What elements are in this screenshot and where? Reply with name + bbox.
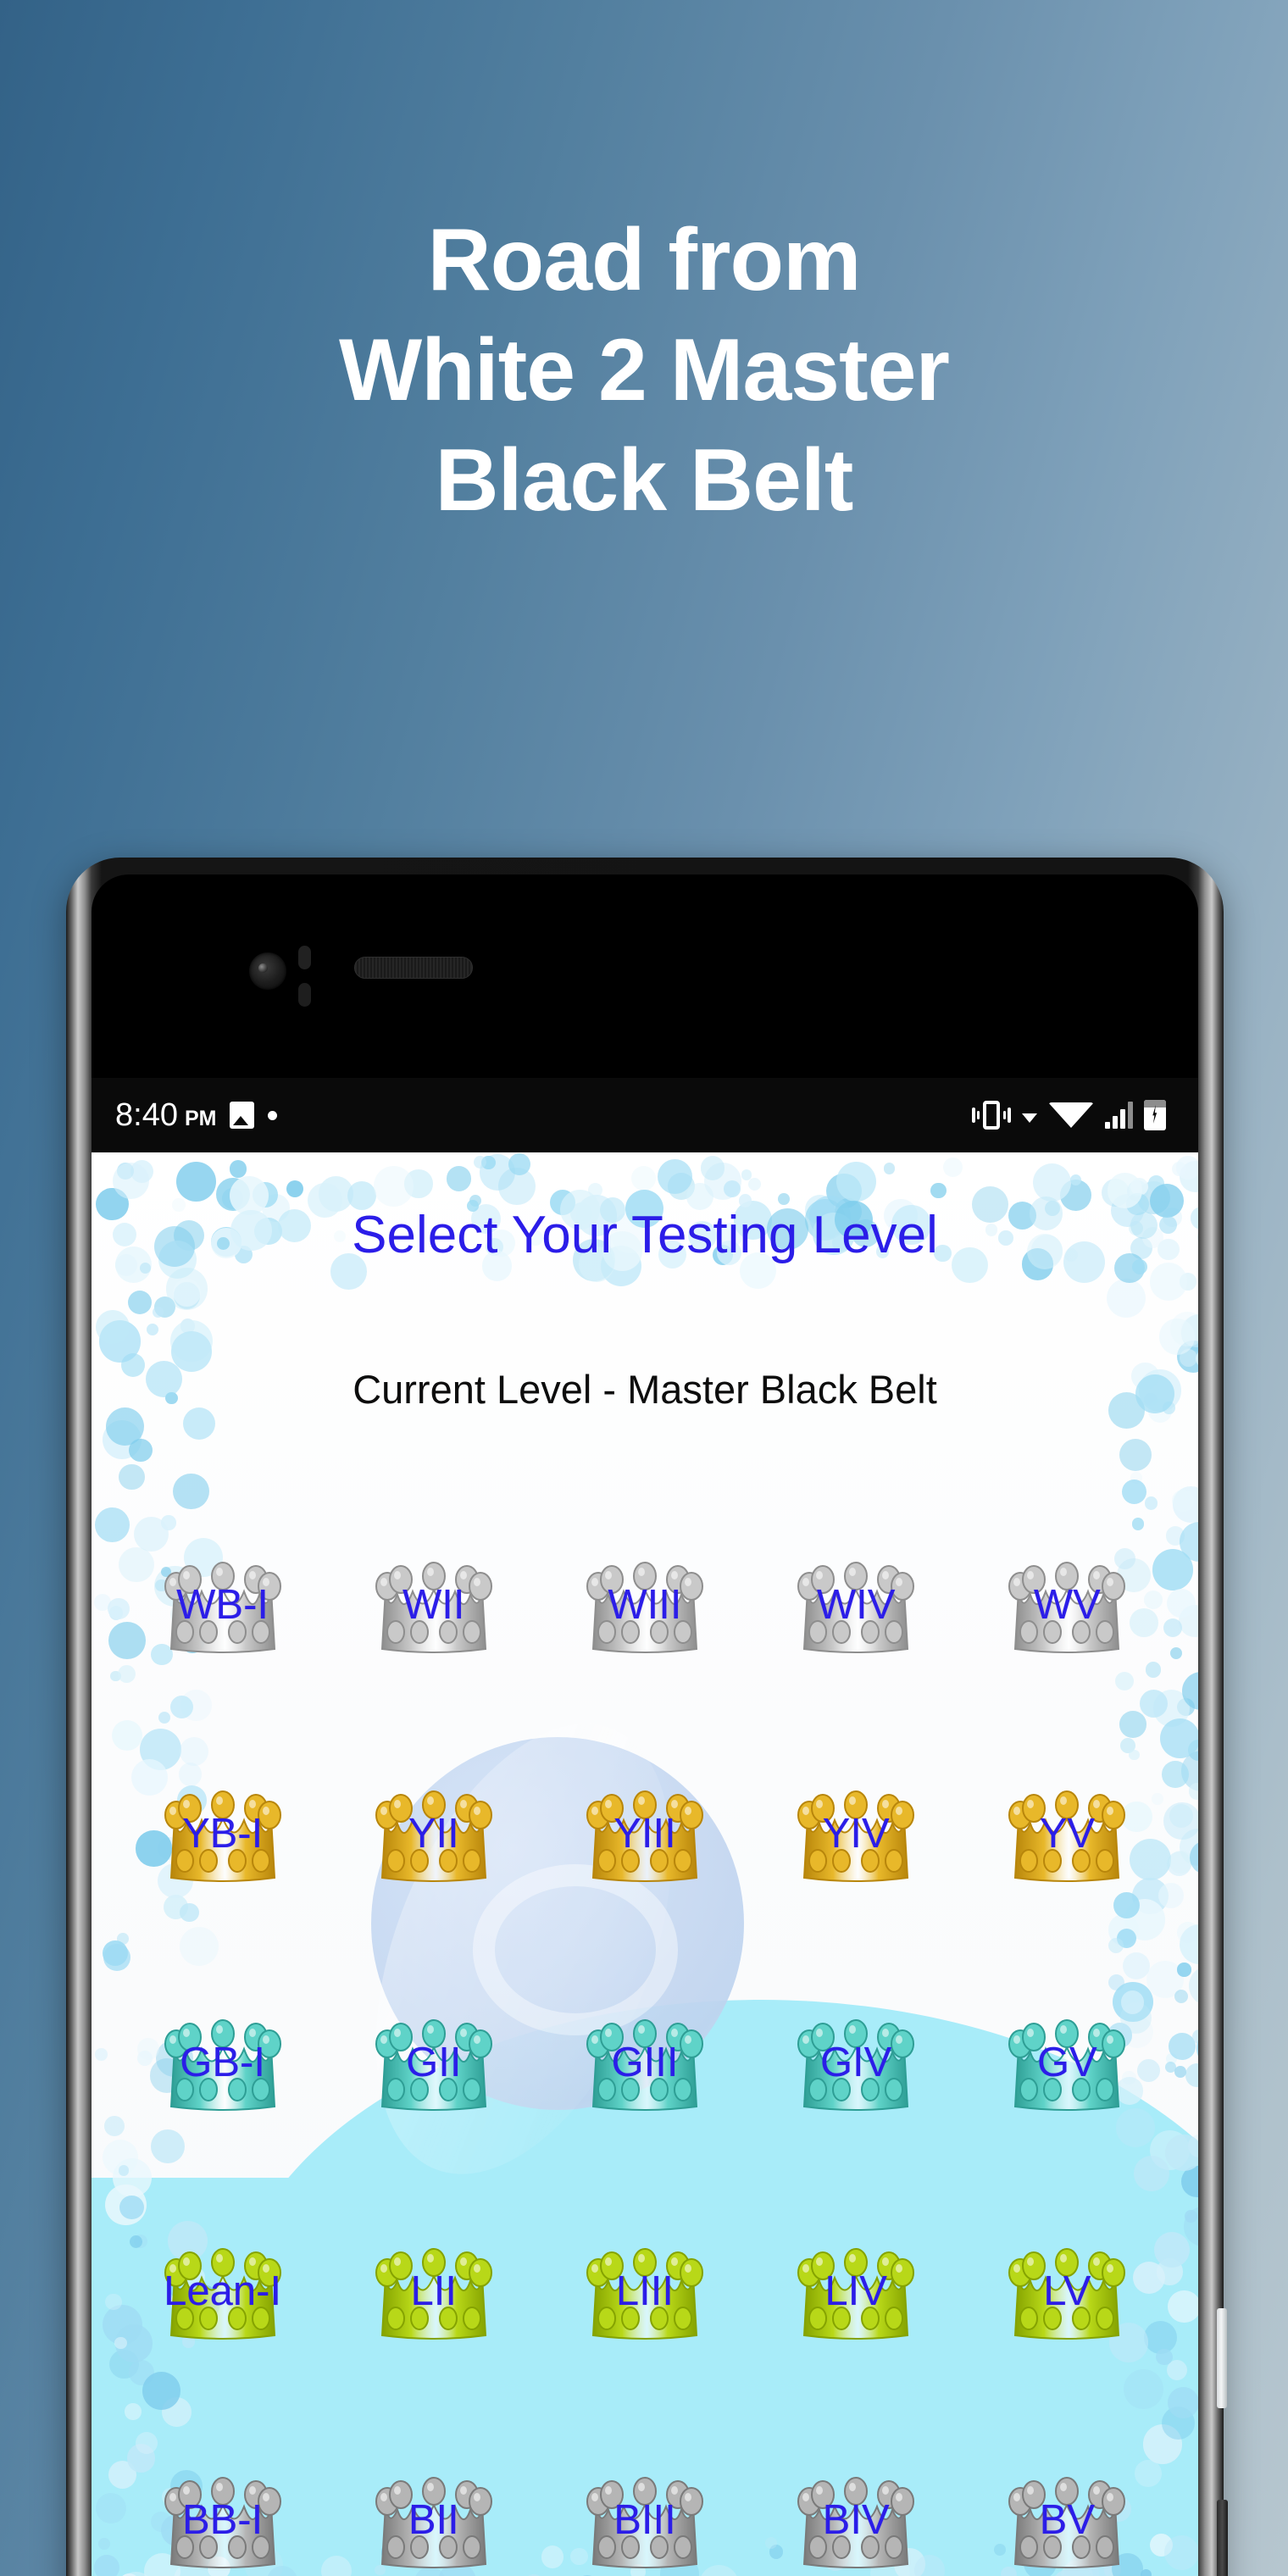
level-label: YB-I bbox=[181, 1810, 264, 1857]
level-label: GIV bbox=[819, 2039, 892, 2085]
level-button-yiv[interactable]: YIV bbox=[777, 1764, 935, 1891]
photo-icon bbox=[230, 1102, 255, 1129]
level-button-biv[interactable]: BIV bbox=[777, 2451, 935, 2576]
level-button-lv[interactable]: LV bbox=[988, 2222, 1146, 2349]
current-level-text: Current Level - Master Black Belt bbox=[353, 1367, 937, 1412]
level-button-lii[interactable]: LII bbox=[355, 2222, 513, 2349]
level-label: LIV bbox=[824, 2268, 887, 2314]
level-row-5: BB-I BII BIII BIV BV bbox=[92, 2451, 1198, 2576]
wifi-icon bbox=[1048, 1102, 1094, 1128]
level-label: BII bbox=[408, 2496, 459, 2543]
vibrate-icon bbox=[972, 1101, 1011, 1130]
level-button-bii[interactable]: BII bbox=[355, 2451, 513, 2576]
level-button-biii[interactable]: BIII bbox=[566, 2451, 724, 2576]
promo-page: Road from White 2 Master Black Belt 8:40… bbox=[0, 0, 1288, 2576]
signal-icon bbox=[1105, 1102, 1133, 1129]
level-label: LV bbox=[1043, 2268, 1091, 2314]
level-label: Lean-I bbox=[164, 2268, 282, 2314]
hero-line-1: Road from bbox=[427, 211, 862, 309]
level-label: BV bbox=[1039, 2496, 1096, 2543]
level-label: WB-I bbox=[176, 1581, 269, 1628]
level-button-wb-i[interactable]: WB-I bbox=[144, 1535, 302, 1663]
status-time: 8:40 bbox=[115, 1096, 178, 1133]
level-button-liv[interactable]: LIV bbox=[777, 2222, 935, 2349]
light-sensor-icon bbox=[298, 983, 311, 1007]
hero-line-3: Black Belt bbox=[435, 431, 854, 530]
level-label: YII bbox=[408, 1810, 459, 1857]
status-bar-right bbox=[972, 1100, 1166, 1130]
dot-icon bbox=[268, 1110, 278, 1120]
level-label: WIII bbox=[608, 1581, 682, 1628]
level-button-yiii[interactable]: YIII bbox=[566, 1764, 724, 1891]
level-label: YIV bbox=[822, 1810, 890, 1857]
level-button-wiii[interactable]: WIII bbox=[566, 1535, 724, 1663]
status-bar-left: 8:40 PM bbox=[115, 1096, 278, 1134]
level-button-gb-i[interactable]: GB-I bbox=[144, 1993, 302, 2120]
hero-title: Road from White 2 Master Black Belt bbox=[0, 216, 1288, 547]
level-label: GII bbox=[406, 2039, 462, 2085]
level-label: GV bbox=[1036, 2039, 1097, 2085]
level-label: YV bbox=[1039, 1810, 1096, 1857]
battery-charging-icon bbox=[1144, 1100, 1166, 1130]
level-label: LIII bbox=[615, 2268, 675, 2314]
proximity-sensor-icon bbox=[298, 946, 311, 969]
level-label: BB-I bbox=[181, 2496, 264, 2543]
level-button-giv[interactable]: GIV bbox=[777, 1993, 935, 2120]
level-label: GB-I bbox=[180, 2039, 265, 2085]
level-button-yii[interactable]: YII bbox=[355, 1764, 513, 1891]
level-grid: WB-I WII WIII WIV WV YB-I YII YIII YIV YV GB-I GII G… bbox=[92, 1535, 1198, 2576]
level-row-2: YB-I YII YIII YIV YV bbox=[92, 1764, 1198, 1993]
app-screen: Select Your Testing Level Current Level … bbox=[92, 1152, 1198, 2576]
level-button-liii[interactable]: LIII bbox=[566, 2222, 724, 2349]
level-button-yv[interactable]: YV bbox=[988, 1764, 1146, 1891]
level-label: BIV bbox=[822, 2496, 890, 2543]
app-content: Select Your Testing Level Current Level … bbox=[92, 1152, 1198, 2576]
level-label: BIII bbox=[613, 2496, 676, 2543]
status-bar: 8:40 PM bbox=[92, 1078, 1198, 1152]
level-button-gii[interactable]: GII bbox=[355, 1993, 513, 2120]
level-label: LII bbox=[410, 2268, 458, 2314]
level-button-wv[interactable]: WV bbox=[988, 1535, 1146, 1663]
phone-mockup: 8:40 PM Select Your Testing Level Curren… bbox=[66, 858, 1228, 2576]
volume-button[interactable] bbox=[1217, 2500, 1228, 2576]
level-button-yb-i[interactable]: YB-I bbox=[144, 1764, 302, 1891]
level-row-3: GB-I GII GIII GIV GV bbox=[92, 1993, 1198, 2222]
power-button[interactable] bbox=[1217, 2308, 1227, 2408]
level-label: YIII bbox=[613, 1810, 676, 1857]
level-button-wii[interactable]: WII bbox=[355, 1535, 513, 1663]
level-button-wiv[interactable]: WIV bbox=[777, 1535, 935, 1663]
level-label: WIV bbox=[816, 1581, 896, 1628]
level-label: WV bbox=[1033, 1581, 1101, 1628]
level-button-bb-i[interactable]: BB-I bbox=[144, 2451, 302, 2576]
level-button-gv[interactable]: GV bbox=[988, 1993, 1146, 2120]
level-button-giii[interactable]: GIII bbox=[566, 1993, 724, 2120]
status-ampm: PM bbox=[184, 1106, 217, 1130]
level-row-4: Lean-I LII LIII LIV LV bbox=[92, 2222, 1198, 2451]
front-camera-icon bbox=[249, 952, 286, 990]
page-title: Select Your Testing Level bbox=[352, 1206, 938, 1264]
phone-screen-bezel: 8:40 PM Select Your Testing Level Curren… bbox=[92, 874, 1198, 2576]
level-button-bv[interactable]: BV bbox=[988, 2451, 1146, 2576]
earpiece-speaker-icon bbox=[354, 957, 473, 979]
hero-line-2: White 2 Master bbox=[339, 321, 950, 419]
level-label: GIII bbox=[611, 2039, 679, 2085]
caret-down-icon bbox=[1022, 1113, 1037, 1123]
level-label: WII bbox=[402, 1581, 465, 1628]
level-row-1: WB-I WII WIII WIV WV bbox=[92, 1535, 1198, 1764]
level-button-lean-i[interactable]: Lean-I bbox=[144, 2222, 302, 2349]
